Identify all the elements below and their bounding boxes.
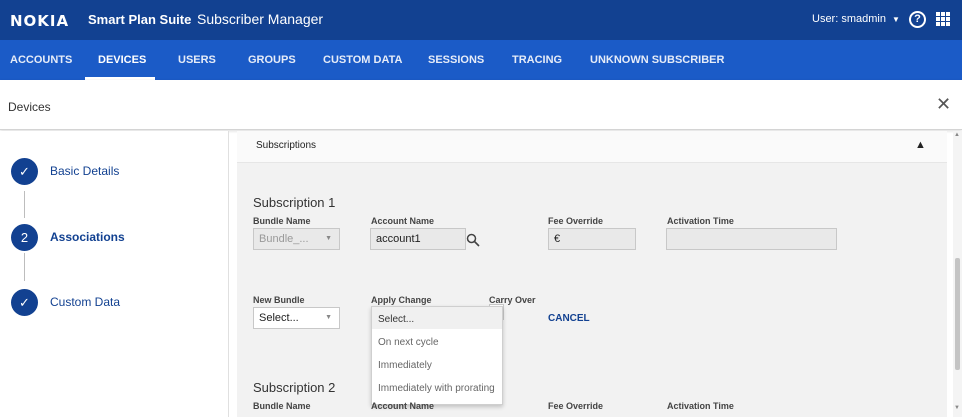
bundle-name-label: Bundle Name bbox=[253, 401, 311, 411]
section-header[interactable]: Subscriptions ▲ bbox=[237, 131, 947, 163]
activation-time-label: Activation Time bbox=[667, 401, 734, 411]
user-menu[interactable]: User: smadmin ▼ bbox=[812, 13, 900, 25]
step-associations[interactable]: Associations bbox=[50, 230, 125, 244]
new-bundle-select[interactable]: Select... ▼ bbox=[253, 307, 340, 329]
user-label: User: smadmin bbox=[812, 13, 886, 25]
nav-devices[interactable]: DEVICES bbox=[98, 54, 146, 66]
bundle-name-value: Bundle_... bbox=[259, 233, 309, 245]
wizard-steps: ✓ Basic Details 2 Associations ✓ Custom … bbox=[0, 131, 229, 417]
scrollbar-thumb[interactable] bbox=[955, 258, 960, 370]
scroll-up-icon[interactable]: ▲ bbox=[954, 132, 960, 138]
account-name-label: Account Name bbox=[371, 401, 435, 411]
section-title: Subscriptions bbox=[256, 140, 317, 151]
nokia-logo: NOKIA bbox=[10, 12, 70, 30]
caret-down-icon: ▼ bbox=[891, 14, 900, 24]
bundle-name-label: Bundle Name bbox=[253, 216, 311, 226]
suite-name: Smart Plan Suite bbox=[88, 12, 192, 27]
fee-override-label: Fee Override bbox=[548, 401, 604, 411]
step-basic-details[interactable]: Basic Details bbox=[50, 164, 119, 178]
fee-override-field[interactable]: € bbox=[548, 228, 636, 250]
app-header: NOKIA Smart Plan Suite Subscriber Manage… bbox=[0, 0, 962, 40]
new-bundle-value: Select... bbox=[259, 312, 299, 324]
step-custom-data[interactable]: Custom Data bbox=[50, 295, 120, 309]
apply-change-label: Apply Change bbox=[371, 295, 432, 305]
main-nav: ACCOUNTS DEVICES USERS GROUPS CUSTOM DAT… bbox=[0, 40, 962, 80]
option-select[interactable]: Select... bbox=[378, 314, 414, 325]
step-connector bbox=[24, 253, 25, 281]
new-bundle-label: New Bundle bbox=[253, 295, 305, 305]
bundle-name-select: Bundle_... ▼ bbox=[253, 228, 340, 250]
page-header: Devices ✕ bbox=[0, 80, 962, 130]
nav-tracing[interactable]: TRACING bbox=[512, 54, 562, 66]
apps-grid-icon[interactable] bbox=[936, 12, 950, 26]
search-icon[interactable] bbox=[466, 233, 480, 250]
check-icon[interactable]: ✓ bbox=[11, 289, 38, 316]
nav-sessions[interactable]: SESSIONS bbox=[428, 54, 484, 66]
option-on-next-cycle[interactable]: On next cycle bbox=[378, 337, 439, 348]
page-title: Devices bbox=[8, 100, 51, 114]
nav-accounts[interactable]: ACCOUNTS bbox=[10, 54, 72, 66]
option-immediately[interactable]: Immediately bbox=[378, 360, 432, 371]
check-icon[interactable]: ✓ bbox=[11, 158, 38, 185]
app-name: Subscriber Manager bbox=[197, 11, 324, 27]
account-name-label: Account Name bbox=[371, 216, 435, 226]
caret-down-icon: ▼ bbox=[325, 314, 332, 321]
option-immediately-with-prorating[interactable]: Immediately with prorating bbox=[378, 383, 495, 394]
nav-unknown-subscriber[interactable]: UNKNOWN SUBSCRIBER bbox=[590, 54, 724, 66]
step-connector bbox=[24, 191, 25, 218]
close-icon[interactable]: ✕ bbox=[936, 94, 951, 115]
subscription-1-title: Subscription 1 bbox=[253, 195, 336, 210]
caret-down-icon: ▼ bbox=[325, 235, 332, 242]
subscription-2-title: Subscription 2 bbox=[253, 380, 336, 395]
help-icon[interactable]: ? bbox=[909, 11, 926, 28]
scroll-down-icon[interactable]: ▼ bbox=[954, 405, 960, 411]
chevron-up-icon[interactable]: ▲ bbox=[915, 139, 926, 151]
subscriptions-panel: Subscriptions ▲ bbox=[237, 131, 947, 417]
fee-override-label: Fee Override bbox=[548, 216, 604, 226]
nav-custom-data[interactable]: CUSTOM DATA bbox=[323, 54, 402, 66]
nav-groups[interactable]: GROUPS bbox=[248, 54, 296, 66]
account-name-field[interactable]: account1 bbox=[370, 228, 466, 250]
step-number-2[interactable]: 2 bbox=[11, 224, 38, 251]
apply-change-dropdown: Select... On next cycle Immediately Imme… bbox=[371, 306, 503, 405]
nav-users[interactable]: USERS bbox=[178, 54, 216, 66]
activation-time-label: Activation Time bbox=[667, 216, 734, 226]
activation-time-field[interactable] bbox=[666, 228, 837, 250]
cancel-button[interactable]: CANCEL bbox=[548, 313, 590, 324]
